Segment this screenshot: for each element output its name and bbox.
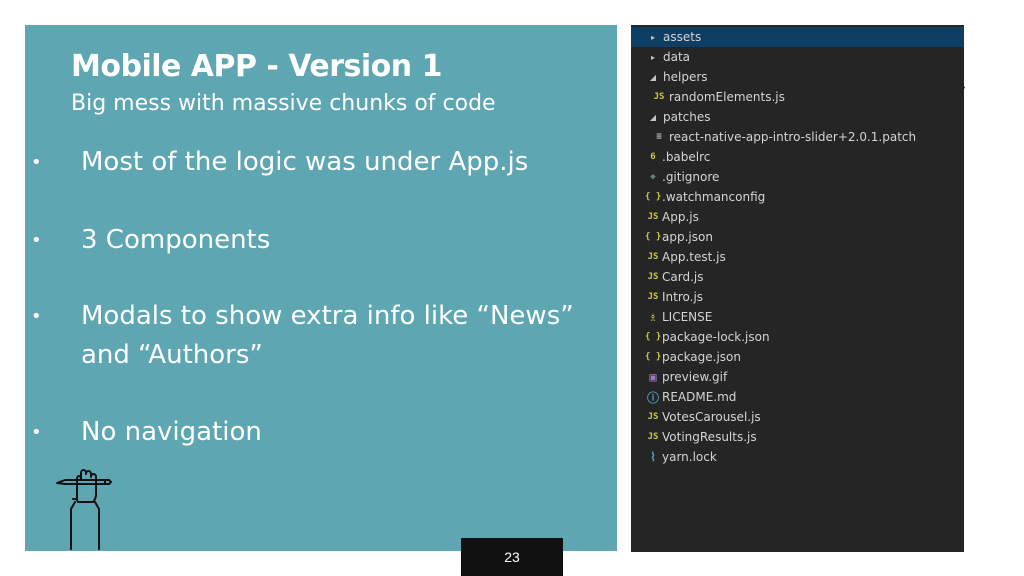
tree-item-label: helpers — [663, 70, 708, 84]
tree-item-label: randomElements.js — [669, 90, 785, 104]
tree-item-preview-gif[interactable]: ▣ preview.gif — [631, 367, 964, 387]
slide-subtitle: Big mess with massive chunks of code — [71, 91, 496, 116]
slide-panel: Mobile APP - Version 1 Big mess with mas… — [25, 25, 617, 551]
js-file-icon: JS — [647, 412, 659, 422]
tree-item-label: app.json — [662, 230, 713, 244]
tree-item-gitignore[interactable]: ◆ .gitignore — [631, 167, 964, 187]
tree-item-randomelements-js[interactable]: JS randomElements.js — [631, 87, 964, 107]
tree-item-helpers[interactable]: ◢ helpers — [631, 67, 964, 87]
page-number: 23 — [461, 538, 563, 576]
tree-item-label: App.js — [662, 210, 699, 224]
tree-item-package-json[interactable]: { } package.json — [631, 347, 964, 367]
hand-holding-pen-icon — [56, 469, 112, 550]
tree-item-label: assets — [663, 30, 702, 44]
license-file-icon: ♗ — [649, 310, 657, 324]
json-file-icon: { } — [645, 192, 662, 202]
tree-item-label: LICENSE — [662, 310, 713, 324]
tree-item-license[interactable]: ♗ LICENSE — [631, 307, 964, 327]
js-file-icon: JS — [647, 272, 659, 282]
image-file-icon: ▣ — [649, 370, 657, 384]
tree-item-patches[interactable]: ◢ patches — [631, 107, 964, 127]
chevron-right-icon: ▸ — [650, 52, 655, 62]
js-file-icon: JS — [647, 252, 659, 262]
tree-item-votescarousel-js[interactable]: JS VotesCarousel.js — [631, 407, 964, 427]
tree-item-intro-js[interactable]: JS Intro.js — [631, 287, 964, 307]
slide-title: Mobile APP - Version 1 — [71, 49, 442, 84]
patch-file-icon: ≡ — [656, 132, 662, 142]
tree-item-label: react-native-app-intro-slider+2.0.1.patc… — [669, 130, 917, 144]
tree-item-readme-md[interactable]: ⓘ README.md — [631, 387, 964, 407]
yarn-file-icon: ⌇ — [650, 450, 656, 464]
tree-item-app-json[interactable]: { } app.json — [631, 227, 964, 247]
bullet-text: Most of the logic was under App.js — [81, 147, 529, 177]
bullet-text: No navigation — [81, 417, 262, 447]
tree-item-label: package-lock.json — [662, 330, 770, 344]
tree-item-data[interactable]: ▸ data — [631, 47, 964, 67]
tree-item-label: preview.gif — [662, 370, 728, 384]
tree-item-label: .babelrc — [662, 150, 711, 164]
git-file-icon: ◆ — [650, 172, 656, 182]
tree-item-card-js[interactable]: JS Card.js — [631, 267, 964, 287]
babel-file-icon: 6 — [650, 152, 656, 162]
file-explorer: ▸ assets ▸ data ◢ helpers JS randomEleme… — [631, 25, 964, 552]
bullet-marker: • — [31, 306, 42, 327]
cursor-mark-icon: ❯ — [958, 82, 967, 93]
tree-item-app-test-js[interactable]: JS App.test.js — [631, 247, 964, 267]
tree-item-label: package.json — [662, 350, 742, 364]
chevron-down-icon: ◢ — [649, 72, 657, 82]
tree-item-label: Card.js — [662, 270, 704, 284]
tree-item-yarn-lock[interactable]: ⌇ yarn.lock — [631, 447, 964, 467]
bullet-text: Modals to show extra info like “News” an… — [81, 301, 574, 370]
json-file-icon: { } — [645, 232, 662, 242]
tree-item-label: yarn.lock — [662, 450, 717, 464]
chevron-down-icon: ◢ — [649, 112, 657, 122]
tree-item-watchmanconfig[interactable]: { } .watchmanconfig — [631, 187, 964, 207]
tree-item-package-lock-json[interactable]: { } package-lock.json — [631, 327, 964, 347]
bullet-marker: • — [31, 152, 42, 173]
tree-item-label: README.md — [662, 390, 737, 404]
js-file-icon: JS — [647, 432, 659, 442]
tree-item-votingresults-js[interactable]: JS VotingResults.js — [631, 427, 964, 447]
bullet-marker: • — [31, 422, 42, 443]
tree-item-assets[interactable]: ▸ assets — [631, 27, 964, 47]
info-file-icon: ⓘ — [646, 390, 659, 405]
js-file-icon: JS — [647, 292, 659, 302]
tree-item-label: VotingResults.js — [662, 430, 757, 444]
tree-item-label: VotesCarousel.js — [662, 410, 761, 424]
json-file-icon: { } — [645, 352, 662, 362]
bullet-marker: • — [31, 230, 42, 251]
bullet-text: 3 Components — [81, 225, 271, 255]
json-file-icon: { } — [645, 332, 662, 342]
js-file-icon: JS — [647, 212, 659, 222]
chevron-right-icon: ▸ — [650, 32, 655, 42]
tree-item-label: .watchmanconfig — [662, 190, 766, 204]
tree-item-label: patches — [663, 110, 711, 124]
tree-item-label: Intro.js — [662, 290, 704, 304]
tree-item-patch-file[interactable]: ≡ react-native-app-intro-slider+2.0.1.pa… — [631, 127, 964, 147]
js-file-icon: JS — [653, 92, 665, 102]
tree-item-app-js[interactable]: JS App.js — [631, 207, 964, 227]
tree-item-label: App.test.js — [662, 250, 726, 264]
tree-item-label: data — [663, 50, 691, 64]
tree-item-label: .gitignore — [662, 170, 720, 184]
tree-item-babelrc[interactable]: 6 .babelrc — [631, 147, 964, 167]
